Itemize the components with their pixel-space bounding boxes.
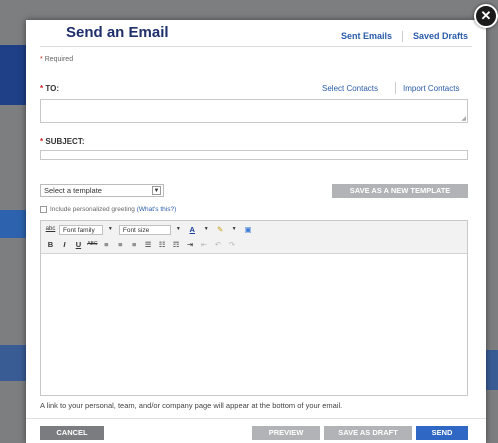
- top-links: Sent Emails Saved Drafts: [341, 31, 468, 43]
- modal-title: Send an Email: [66, 24, 169, 41]
- cancel-button[interactable]: CANCEL: [40, 426, 104, 440]
- font-family-select[interactable]: Font family: [58, 224, 103, 235]
- import-contacts-link[interactable]: Import Contacts: [403, 84, 459, 93]
- align-right-icon[interactable]: ≡: [129, 239, 140, 250]
- message-editor[interactable]: abc Font family ▼ Font size ▼ A ▼ ✎ ▼ ▣ …: [40, 220, 468, 396]
- chevron-down-icon: ▼: [152, 186, 161, 195]
- select-contacts-link[interactable]: Select Contacts: [322, 84, 378, 93]
- text-color-icon[interactable]: A: [187, 224, 198, 235]
- align-justify-icon[interactable]: ☰: [143, 239, 154, 250]
- underline-button[interactable]: U: [73, 239, 84, 250]
- required-star: *: [40, 56, 43, 63]
- bullet-list-icon[interactable]: ☷: [157, 239, 168, 250]
- font-family-chevron-icon: ▼: [107, 226, 113, 232]
- close-icon[interactable]: ✕: [474, 4, 498, 28]
- highlight-chevron-icon: ▼: [231, 226, 237, 232]
- send-email-modal: Send an Email Sent Emails Saved Drafts * …: [26, 20, 486, 443]
- preview-button[interactable]: PREVIEW: [252, 426, 320, 440]
- greeting-checkbox[interactable]: [40, 206, 47, 213]
- background-logo: [0, 45, 26, 105]
- footer-divider: [26, 418, 486, 419]
- font-size-chevron-icon: ▼: [175, 226, 181, 232]
- numbered-list-icon[interactable]: ☶: [171, 239, 182, 250]
- link-separator: [401, 31, 403, 43]
- bold-button[interactable]: B: [45, 239, 56, 250]
- title-divider: [40, 46, 472, 47]
- save-as-template-button[interactable]: SAVE AS A NEW TEMPLATE: [332, 184, 468, 198]
- template-select[interactable]: Select a template ▼: [40, 184, 164, 197]
- spellcheck-icon[interactable]: abc: [45, 224, 56, 235]
- background-banner: [0, 210, 26, 238]
- align-left-icon[interactable]: ≡: [101, 239, 112, 250]
- redo-icon[interactable]: ↷: [226, 239, 237, 250]
- to-label-text: TO:: [45, 84, 59, 93]
- required-note: * Required: [40, 56, 73, 63]
- font-size-select[interactable]: Font size: [118, 224, 171, 235]
- footer-note: A link to your personal, team, and/or co…: [40, 401, 343, 410]
- text-color-chevron-icon: ▼: [203, 226, 209, 232]
- greeting-text: Include personalized greeting: [50, 206, 135, 213]
- sent-emails-link[interactable]: Sent Emails: [341, 31, 392, 41]
- resize-grip-icon: ◢: [461, 116, 466, 122]
- required-text: Required: [44, 56, 74, 63]
- template-select-value: Select a template: [44, 186, 102, 195]
- subject-label-text: SUBJECT:: [45, 137, 85, 146]
- highlight-icon[interactable]: ✎: [215, 224, 226, 235]
- background-bar-right: [486, 350, 498, 390]
- editor-toolbar: abc Font family ▼ Font size ▼ A ▼ ✎ ▼ ▣ …: [41, 221, 467, 254]
- to-field[interactable]: ◢: [40, 99, 468, 123]
- saved-drafts-link[interactable]: Saved Drafts: [413, 31, 468, 41]
- align-center-icon[interactable]: ≡: [115, 239, 126, 250]
- subject-field[interactable]: [40, 150, 468, 160]
- italic-button[interactable]: I: [59, 239, 70, 250]
- indent-icon[interactable]: ⇥: [185, 239, 196, 250]
- undo-icon[interactable]: ↶: [212, 239, 223, 250]
- to-required-star: *: [40, 84, 44, 93]
- whats-this-link[interactable]: (What's this?): [137, 206, 177, 213]
- greeting-label: Include personalized greeting (What's th…: [50, 206, 176, 213]
- send-button[interactable]: SEND: [416, 426, 468, 440]
- subject-label: * SUBJECT:: [40, 137, 84, 146]
- subject-required-star: *: [40, 137, 44, 146]
- contacts-link-separator: [395, 82, 396, 94]
- strikethrough-button[interactable]: ABC: [87, 239, 98, 250]
- outdent-icon[interactable]: ⇤: [198, 239, 209, 250]
- toolbar-row-2: B I U ABC ≡ ≡ ≡ ☰ ☷ ☶ ⇥ ⇤ ↶ ↷: [45, 239, 238, 250]
- insert-image-icon[interactable]: ▣: [243, 224, 254, 235]
- background-bar: [0, 345, 26, 381]
- to-label: * TO:: [40, 84, 59, 93]
- save-as-draft-button[interactable]: SAVE AS DRAFT: [324, 426, 412, 440]
- toolbar-row-1: abc Font family ▼ Font size ▼ A ▼ ✎ ▼ ▣: [45, 224, 255, 235]
